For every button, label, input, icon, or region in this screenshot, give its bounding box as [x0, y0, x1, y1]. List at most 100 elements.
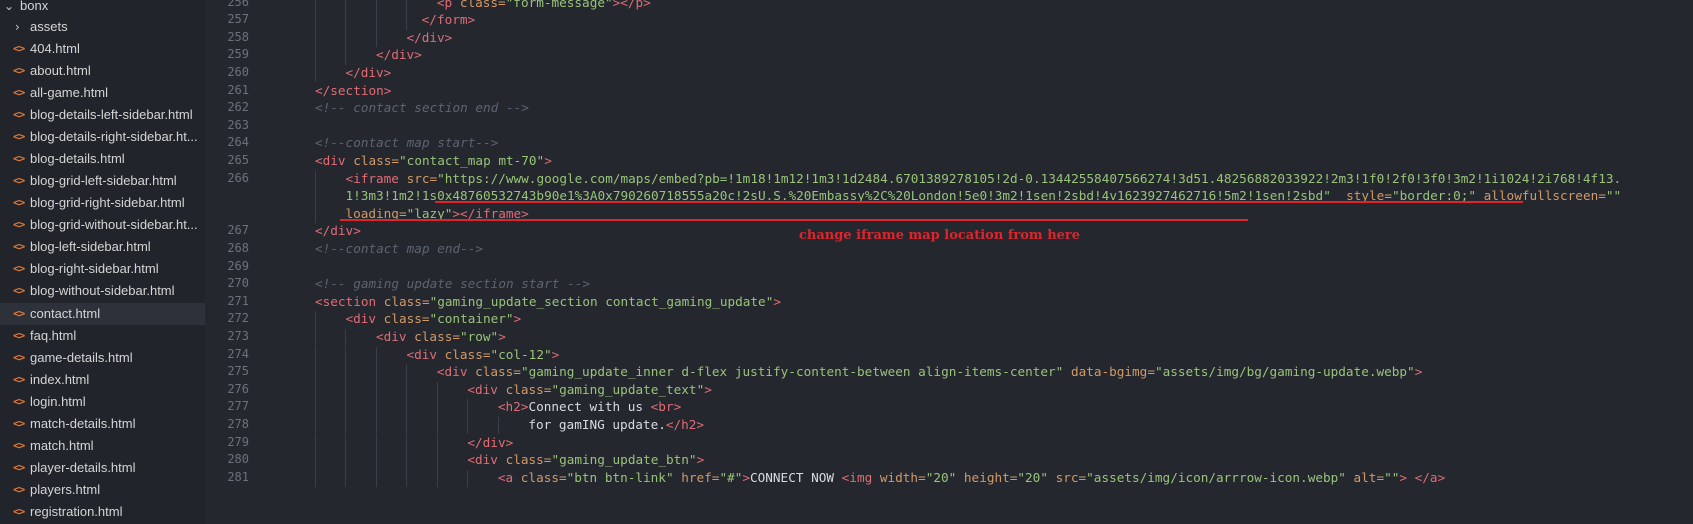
code-token: >	[696, 452, 705, 468]
code-token: "#"	[719, 469, 743, 485]
code-line[interactable]: <!--contact map end-->	[315, 241, 483, 256]
code-line[interactable]: <div class="col-12">	[406, 347, 559, 362]
code-token: <div	[315, 152, 354, 168]
file-item[interactable]: <> players.html	[0, 479, 205, 501]
code-token: "btn btn-link"	[566, 469, 674, 485]
code-line[interactable]: <!--contact map start-->	[315, 135, 498, 150]
file-item[interactable]: <> player-details.html	[0, 457, 205, 479]
code-line[interactable]: for gamING update.</h2>	[528, 417, 704, 432]
file-item[interactable]: <> blog-details.html	[0, 148, 205, 170]
code-editor[interactable]: 256 <p class="form-message"></p> 257 </form…	[205, 0, 1693, 524]
code-token: >	[551, 346, 560, 362]
code-token: <!--contact map start-->	[315, 135, 499, 151]
code-line[interactable]: <a class="btn btn-link" href="#">CONNECT…	[498, 470, 1445, 485]
code-token: >	[1414, 364, 1423, 380]
line-number: 273	[227, 328, 249, 343]
code-token: >	[544, 152, 552, 168]
code-token: "20"	[925, 469, 957, 485]
code-token: <img	[841, 469, 880, 485]
line-number: 267	[227, 223, 249, 238]
indent-guide	[436, 434, 438, 453]
file-item[interactable]: <> blog-details-right-sidebar.ht...	[0, 126, 205, 148]
code-line[interactable]: <section class="gaming_update_section co…	[315, 294, 781, 309]
file-item[interactable]: <> blog-without-sidebar.html	[0, 280, 205, 302]
code-token: > </a>	[1399, 469, 1446, 485]
code-line[interactable]: </div>	[376, 47, 422, 62]
line-number: 279	[227, 434, 249, 449]
code-token: <p	[436, 0, 460, 10]
html-file-icon: <>	[13, 262, 25, 276]
file-item[interactable]: <> index.html	[0, 369, 205, 391]
code-line[interactable]: </div>	[345, 65, 391, 80]
code-line[interactable]: <div class="row">	[376, 329, 506, 344]
code-line[interactable]: <div class="container">	[345, 311, 521, 326]
code-line[interactable]: </div>	[467, 435, 513, 450]
code-token: >	[704, 381, 712, 397]
indent-guide	[375, 364, 377, 382]
code-token: >	[498, 328, 506, 344]
file-item[interactable]: <> blog-right-sidebar.html	[0, 258, 205, 280]
file-item[interactable]: <> game-details.html	[0, 347, 205, 369]
file-item[interactable]: <> blog-left-sidebar.html	[0, 236, 205, 258]
indent-guide	[436, 469, 438, 488]
code-token: "https://www.google.com/maps/embed?pb=!1…	[437, 170, 1622, 186]
indent-guide	[345, 364, 347, 382]
indent-guide	[315, 328, 316, 347]
code-line[interactable]: </form>	[422, 12, 475, 27]
code-line[interactable]: <div class="contact_map mt-70">	[315, 153, 552, 168]
code-token: <section	[315, 293, 384, 309]
code-line[interactable]: <div class="gaming_update_btn">	[467, 452, 704, 467]
code-line[interactable]: <!-- gaming update section start -->	[315, 276, 590, 291]
code-token: class=	[520, 469, 567, 485]
file-item[interactable]: <> blog-grid-right-sidebar.html	[0, 192, 205, 214]
code-line[interactable]: <h2>Connect with us <br>	[498, 399, 681, 414]
code-line[interactable]: </div>	[406, 30, 452, 45]
folder-bonx[interactable]: ⌄ bonx	[0, 0, 205, 17]
file-item[interactable]: <> blog-details-left-sidebar.html	[0, 104, 205, 126]
file-item[interactable]: <> registration.html	[0, 501, 205, 523]
code-line[interactable]: <!-- contact section end -->	[315, 100, 529, 115]
code-token: class=	[353, 152, 400, 168]
code-token: "contact_map mt-70"	[399, 152, 545, 168]
folder-assets[interactable]: › assets	[0, 16, 205, 38]
code-token: </h2>	[665, 416, 705, 432]
indent-guide	[315, 434, 316, 453]
indent-guide	[375, 346, 377, 365]
indent-guide	[406, 12, 408, 30]
indent-guide	[315, 452, 316, 470]
code-line[interactable]: </section>	[315, 83, 391, 98]
code-token: >	[513, 311, 522, 327]
line-number: 264	[227, 135, 249, 150]
indent-guide	[436, 381, 438, 400]
file-item[interactable]: <> faq.html	[0, 325, 205, 347]
file-item[interactable]: <> blog-grid-without-sidebar.ht...	[0, 214, 205, 236]
code-token: <a	[497, 469, 521, 485]
code-token: </div>	[406, 29, 453, 45]
indent-guide	[467, 399, 469, 417]
line-number: 261	[227, 82, 249, 97]
code-line[interactable]: <p class="form-message"></p>	[437, 0, 651, 10]
line-number: 256	[227, 0, 249, 9]
file-item[interactable]: <> all-game.html	[0, 82, 205, 104]
folder-label: bonx	[20, 0, 49, 13]
code-line[interactable]: </div>	[315, 223, 361, 238]
file-item[interactable]: <> blog-grid-left-sidebar.html	[0, 170, 205, 192]
file-item[interactable]: <> match-details.html	[0, 413, 205, 435]
file-item[interactable]: <> match.html	[0, 435, 205, 457]
code-token: ></p>	[612, 0, 651, 10]
file-item[interactable]: <> contact.html	[0, 302, 205, 325]
file-item[interactable]: <> 404.html	[0, 38, 205, 60]
indent-guide	[375, 0, 377, 13]
code-line[interactable]: <div class="gaming_update_text">	[467, 382, 711, 397]
indent-guide	[315, 399, 316, 417]
code-line[interactable]: <iframe src="https://www.google.com/maps…	[345, 171, 1621, 186]
code-line[interactable]: <div class="gaming_update_inner d-flex j…	[437, 364, 1422, 379]
code-token: width=	[879, 469, 926, 485]
code-token: for gamING update.	[528, 416, 666, 432]
file-item[interactable]: <> login.html	[0, 391, 205, 413]
file-label: index.html	[30, 371, 90, 387]
indent-guide	[345, 469, 347, 488]
indent-guide	[315, 416, 316, 435]
file-item[interactable]: <> about.html	[0, 60, 205, 82]
